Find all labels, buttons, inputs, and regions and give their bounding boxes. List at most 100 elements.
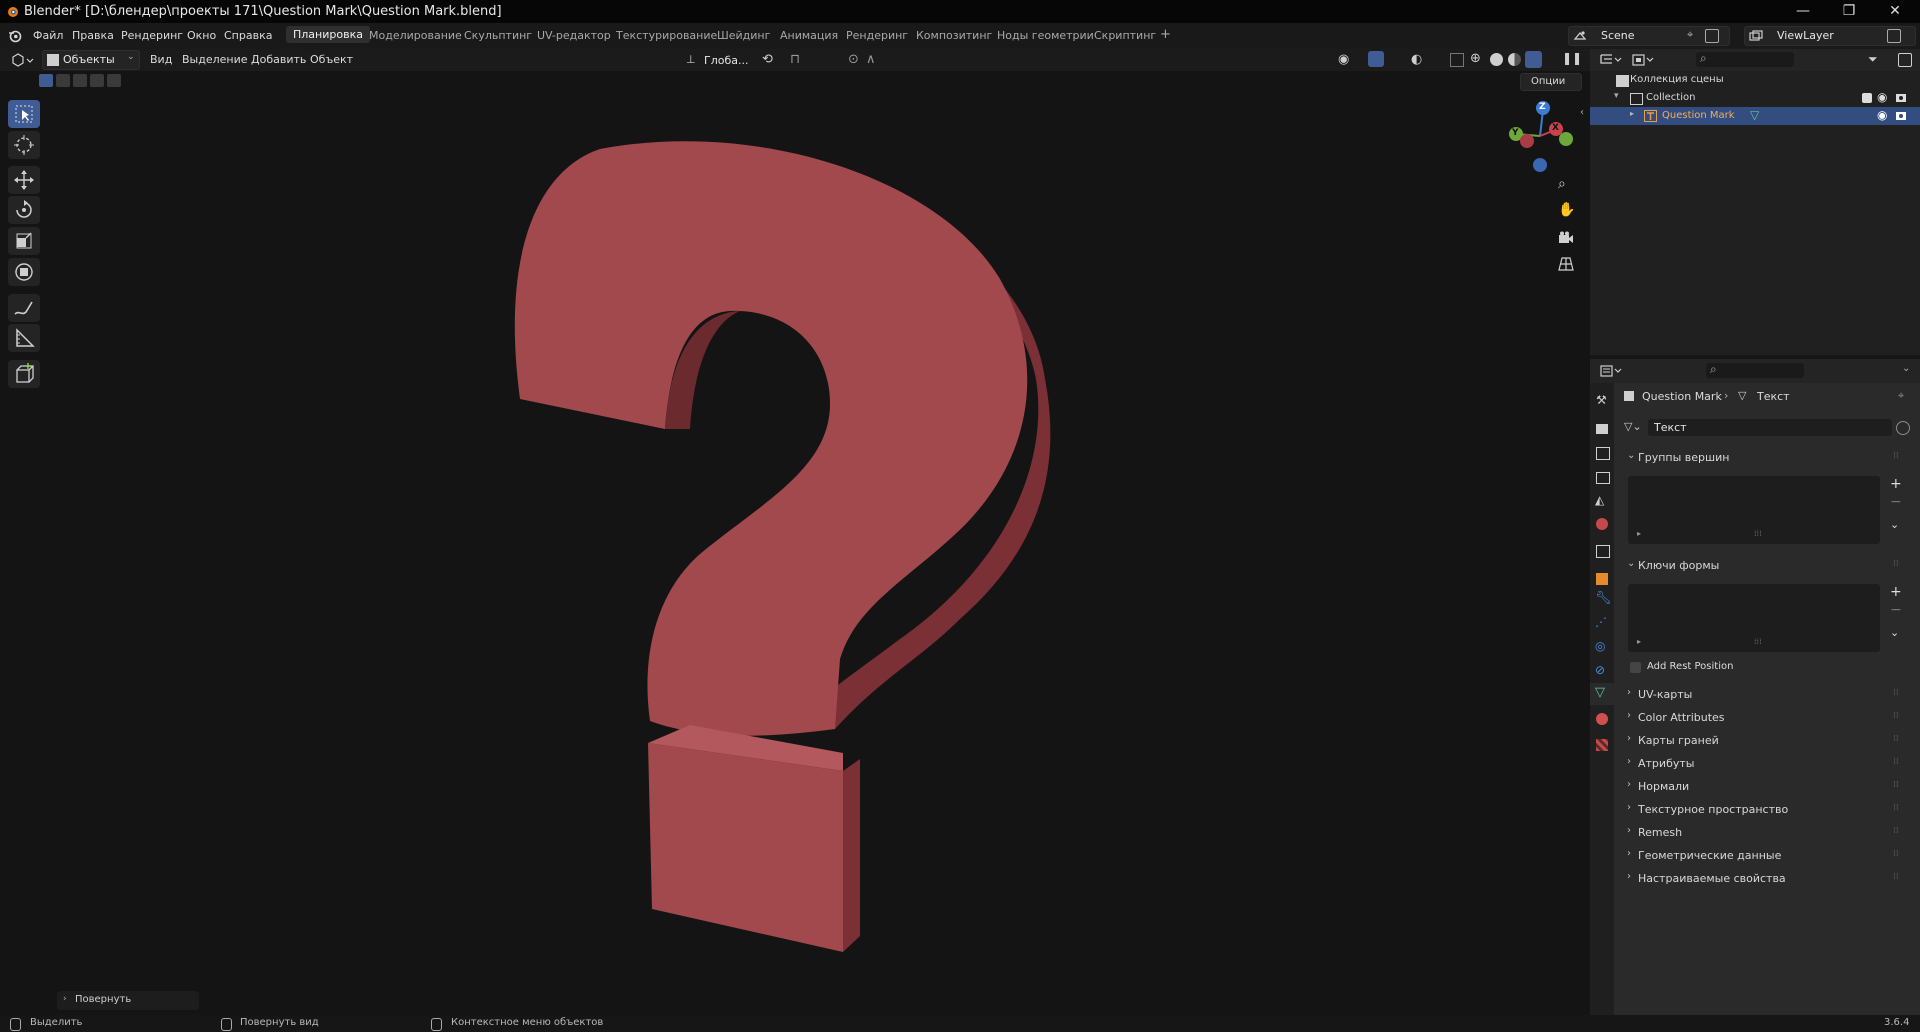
workspace-tab-scripting[interactable]: Скриптинг bbox=[1094, 29, 1156, 42]
workspace-tab-geometry-nodes[interactable]: Ноды геометрии bbox=[997, 29, 1094, 42]
new-scene-icon[interactable] bbox=[1705, 29, 1719, 43]
drag-handle-icon[interactable]: ⁞⁞ bbox=[1893, 688, 1899, 698]
panel-face-maps-header[interactable]: › Карты граней ⁞⁞ bbox=[1625, 730, 1903, 752]
drag-handle-icon[interactable]: ⁞⁞ bbox=[1893, 849, 1899, 859]
chevron-down-icon[interactable]: ⌄ bbox=[1902, 363, 1910, 374]
drag-handle-icon[interactable]: ⁞⁞ bbox=[1893, 803, 1899, 813]
datablock-name-field[interactable]: Текст bbox=[1648, 419, 1892, 436]
panel-remesh-header[interactable]: › Remesh ⁞⁞ bbox=[1625, 822, 1903, 844]
workspace-tab-uv-editing[interactable]: UV-редактор bbox=[537, 29, 611, 42]
outliner-row-question-mark[interactable]: ▸ Question Mark ▽ ◉ bbox=[1590, 107, 1920, 125]
properties-editor-type-icon[interactable] bbox=[1600, 364, 1622, 378]
outliner-search-input[interactable]: ⌕ bbox=[1696, 51, 1794, 67]
cursor-tool[interactable] bbox=[8, 131, 40, 159]
maximize-button[interactable]: ❐ bbox=[1826, 0, 1872, 23]
annotate-tool[interactable] bbox=[8, 294, 40, 322]
curve-data-icon[interactable]: ▽ bbox=[1750, 108, 1759, 122]
select-intersect-icon[interactable] bbox=[107, 74, 121, 87]
shape-keys-list[interactable]: ▸ ⁞⁞⁞ bbox=[1628, 584, 1880, 652]
world-tab-icon[interactable] bbox=[1596, 518, 1608, 530]
select-subtract-icon[interactable] bbox=[73, 74, 87, 87]
workspace-tab-shading[interactable]: Шейдинг bbox=[717, 29, 770, 42]
outliner-row-scene-collection[interactable]: Коллекция сцены bbox=[1590, 71, 1920, 89]
editor-type-icon[interactable] bbox=[10, 52, 34, 68]
panel-geometry-data-header[interactable]: › Геометрические данные ⁞⁞ bbox=[1625, 845, 1903, 867]
select-extend-icon[interactable] bbox=[56, 74, 70, 87]
datablock-selector[interactable]: ▽⌄ Текст bbox=[1622, 418, 1912, 438]
pivot-point-icon[interactable]: ⟲ bbox=[762, 52, 773, 67]
drag-handle-icon[interactable]: ⁞⁞ bbox=[1893, 451, 1899, 461]
new-view-layer-icon[interactable] bbox=[1887, 29, 1901, 43]
snap-icon[interactable]: ⊓ bbox=[790, 52, 800, 67]
new-collection-icon[interactable] bbox=[1898, 53, 1912, 67]
zoom-icon[interactable]: ⌕ bbox=[1558, 176, 1566, 192]
panel-shape-keys-header[interactable]: ⌄ Ключи формы ⁞⁞ bbox=[1625, 555, 1903, 577]
workspace-tab-sculpting[interactable]: Скульптинг bbox=[464, 29, 532, 42]
perspective-toggle-icon[interactable] bbox=[1558, 257, 1574, 271]
pan-hand-icon[interactable]: ✋ bbox=[1558, 202, 1575, 218]
texture-tab-icon[interactable] bbox=[1596, 739, 1608, 751]
workspace-tab-layout[interactable]: Планировка bbox=[286, 26, 370, 43]
drag-handle-icon[interactable]: ⁞⁞ bbox=[1893, 780, 1899, 790]
interaction-mode-dropdown[interactable]: Объекты ⌄ bbox=[42, 50, 140, 70]
outliner-row-collection[interactable]: ▾ Collection ◉ bbox=[1590, 89, 1920, 107]
modifier-tab-icon[interactable]: 🔧︎ bbox=[1595, 591, 1612, 606]
expand-arrow-icon[interactable]: ▸ bbox=[1630, 109, 1634, 118]
add-shape-key-icon[interactable]: + bbox=[1890, 584, 1902, 600]
drag-handle-icon[interactable]: ⁞⁞ bbox=[1893, 734, 1899, 744]
panel-uv-maps-header[interactable]: › UV-карты ⁞⁞ bbox=[1625, 684, 1903, 706]
panel-texture-space-header[interactable]: › Текстурное пространство ⁞⁞ bbox=[1625, 799, 1903, 821]
transform-tool[interactable] bbox=[8, 258, 40, 286]
workspace-tab-compositing[interactable]: Композитинг bbox=[916, 29, 992, 42]
list-expand-arrow-icon[interactable]: ▸ bbox=[1637, 637, 1641, 646]
menu-render[interactable]: Рендеринг bbox=[121, 29, 183, 42]
panel-vertex-groups-header[interactable]: ⌄ Группы вершин ⁞⁞ bbox=[1625, 447, 1903, 469]
add-workspace-icon[interactable]: + bbox=[1160, 27, 1171, 42]
transform-orientation-dropdown[interactable]: ⊥ Глоба... bbox=[684, 51, 754, 69]
resize-grip-icon[interactable]: ⁞⁞⁞ bbox=[1754, 529, 1762, 538]
wireframe-shading-icon[interactable]: ⊕ bbox=[1470, 51, 1481, 66]
object-tab-icon[interactable] bbox=[1596, 573, 1608, 585]
panel-normals-header[interactable]: › Нормали ⁞⁞ bbox=[1625, 776, 1903, 798]
render-camera-icon[interactable] bbox=[1895, 110, 1907, 121]
drag-handle-icon[interactable]: ⁞⁞ bbox=[1893, 826, 1899, 836]
select-new-icon[interactable] bbox=[39, 74, 53, 87]
pin-icon[interactable]: ⌖ bbox=[1687, 28, 1693, 42]
3d-viewport[interactable] bbox=[0, 49, 1590, 1015]
physics-tab-icon[interactable]: ◎ bbox=[1595, 639, 1605, 653]
exclude-checkbox[interactable] bbox=[1862, 93, 1872, 103]
rotate-tool[interactable] bbox=[8, 196, 40, 224]
panel-attributes-header[interactable]: › Атрибуты ⁞⁞ bbox=[1625, 753, 1903, 775]
scale-tool[interactable] bbox=[8, 227, 40, 255]
question-mark-object[interactable] bbox=[0, 49, 1590, 1015]
camera-view-icon[interactable] bbox=[1558, 231, 1574, 245]
pin-icon[interactable]: ⌖ bbox=[1898, 389, 1904, 403]
particles-tab-icon[interactable]: ⋰ bbox=[1595, 615, 1607, 629]
add-cube-tool[interactable] bbox=[8, 360, 40, 388]
remove-vertex-group-icon[interactable]: − bbox=[1890, 494, 1902, 510]
pause-icon[interactable]: ❚❚ bbox=[1562, 51, 1582, 65]
workspace-tab-texture-paint[interactable]: Текстурирование bbox=[616, 29, 717, 42]
menu-help[interactable]: Справка bbox=[224, 29, 272, 42]
curve-data-icon[interactable]: ▽⌄ bbox=[1624, 420, 1642, 433]
select-difference-icon[interactable] bbox=[90, 74, 104, 87]
material-shading-icon[interactable] bbox=[1508, 53, 1521, 66]
blender-menu-icon[interactable] bbox=[8, 29, 22, 43]
render-tab-icon[interactable] bbox=[1596, 424, 1608, 434]
panel-custom-properties-header[interactable]: › Настраиваемые свойства ⁞⁞ bbox=[1625, 868, 1903, 890]
menu-file[interactable]: Файл bbox=[33, 29, 63, 42]
data-tab-icon[interactable]: ▽ bbox=[1595, 685, 1605, 700]
select-box-tool[interactable] bbox=[8, 100, 40, 128]
output-tab-icon[interactable] bbox=[1596, 447, 1610, 460]
display-mode-icon[interactable] bbox=[1632, 53, 1654, 67]
move-tool[interactable] bbox=[8, 166, 40, 194]
solid-shading-icon[interactable] bbox=[1490, 53, 1503, 66]
eye-icon[interactable]: ◉ bbox=[1877, 90, 1887, 104]
navigation-gizmo[interactable]: Z Y X bbox=[1505, 100, 1575, 172]
viewport-menu-view[interactable]: Вид bbox=[150, 53, 172, 66]
vertex-groups-menu-icon[interactable]: ⌄ bbox=[1890, 518, 1899, 531]
list-expand-arrow-icon[interactable]: ▸ bbox=[1637, 529, 1641, 538]
constraints-tab-icon[interactable]: ⊘ bbox=[1595, 663, 1605, 677]
shape-keys-menu-icon[interactable]: ⌄ bbox=[1890, 626, 1899, 639]
options-dropdown[interactable]: Опции bbox=[1520, 73, 1582, 91]
